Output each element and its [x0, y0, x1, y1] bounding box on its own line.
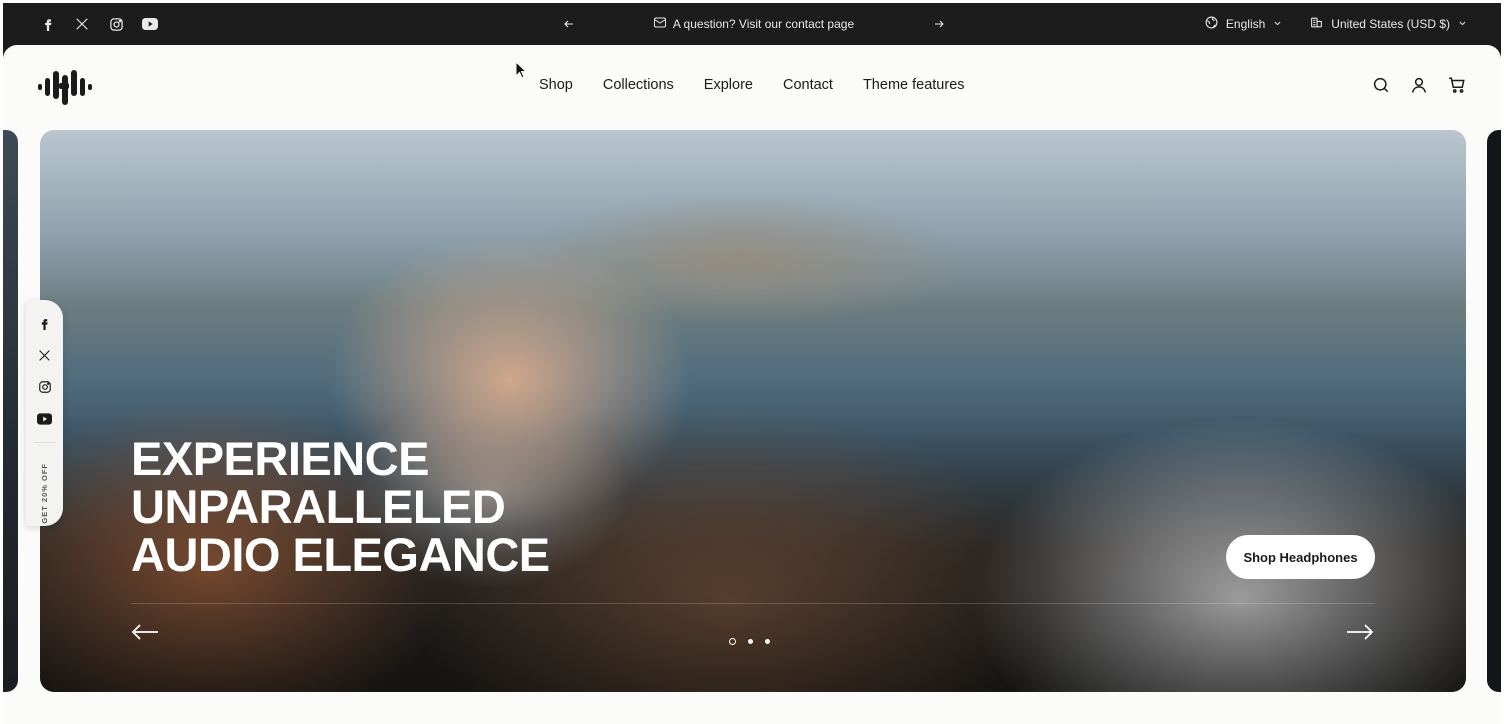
chevron-down-icon	[1273, 17, 1282, 31]
chevron-down-icon	[1458, 17, 1467, 31]
hero-headline-line: EXPERIENCE	[131, 432, 429, 485]
nav-item-shop[interactable]: Shop	[539, 77, 573, 93]
instagram-icon[interactable]	[107, 15, 125, 33]
main-navigation: Shop Collections Explore Contact Theme f…	[539, 77, 965, 93]
mail-icon	[653, 17, 666, 31]
cart-icon[interactable]	[1447, 75, 1467, 95]
globe-icon	[1205, 16, 1218, 32]
youtube-icon[interactable]	[141, 15, 159, 33]
hero-divider	[131, 603, 1375, 604]
slide-dot[interactable]	[729, 638, 736, 645]
hero-slide: EXPERIENCE UNPARALLELED AUDIO ELEGANCE S…	[40, 130, 1466, 692]
account-icon[interactable]	[1409, 75, 1429, 95]
nav-item-contact[interactable]: Contact	[783, 77, 833, 93]
store-logo[interactable]	[37, 67, 93, 107]
announcement-link[interactable]: A question? Visit our contact page	[653, 17, 855, 31]
floating-side-bar: GET 20% OFF	[26, 300, 63, 526]
nav-item-theme-features[interactable]: Theme features	[863, 77, 965, 93]
announcement-bar: A question? Visit our contact page Engli…	[3, 3, 1501, 45]
shop-headphones-button[interactable]: Shop Headphones	[1226, 535, 1375, 579]
facebook-icon[interactable]	[36, 314, 54, 332]
currency-icon	[1310, 16, 1323, 32]
discount-promo-tab[interactable]: GET 20% OFF	[40, 463, 49, 524]
previous-slide-peek	[3, 130, 18, 692]
facebook-icon[interactable]	[39, 15, 57, 33]
announcement-text: A question? Visit our contact page	[672, 17, 855, 31]
topbar-social-links	[39, 15, 159, 33]
hero-prev-arrow-icon[interactable]	[130, 620, 160, 644]
hero-image-overlay	[40, 130, 1466, 692]
announcement-next-button[interactable]	[928, 13, 950, 35]
site-header: Shop Collections Explore Contact Theme f…	[3, 45, 1501, 129]
main-panel: Shop Collections Explore Contact Theme f…	[3, 45, 1501, 724]
announcement-carousel: A question? Visit our contact page	[558, 3, 950, 45]
slide-pagination	[729, 638, 770, 645]
slide-dot[interactable]	[765, 639, 770, 644]
hero-next-arrow-icon[interactable]	[1345, 620, 1375, 644]
currency-selector[interactable]: United States (USD $)	[1310, 16, 1467, 32]
x-icon[interactable]	[36, 346, 54, 364]
nav-item-collections[interactable]: Collections	[603, 77, 674, 93]
hero-headline-line: AUDIO ELEGANCE	[131, 528, 550, 581]
language-selector[interactable]: English	[1205, 16, 1282, 32]
mouse-cursor-icon	[515, 60, 528, 79]
language-label: English	[1225, 17, 1266, 31]
hero-headline-line: UNPARALLELED	[131, 480, 506, 533]
next-slide-peek	[1487, 130, 1501, 692]
search-icon[interactable]	[1371, 75, 1391, 95]
nav-item-explore[interactable]: Explore	[704, 77, 753, 93]
side-divider	[33, 442, 56, 443]
header-actions	[1371, 75, 1467, 95]
instagram-icon[interactable]	[36, 378, 54, 396]
slide-dot[interactable]	[748, 639, 753, 644]
currency-label: United States (USD $)	[1331, 17, 1450, 31]
x-icon[interactable]	[73, 15, 91, 33]
youtube-icon[interactable]	[36, 410, 54, 428]
locale-selectors: English United States (USD $)	[1205, 3, 1467, 45]
hero-headline: EXPERIENCE UNPARALLELED AUDIO ELEGANCE	[131, 435, 550, 579]
announcement-prev-button[interactable]	[558, 13, 580, 35]
